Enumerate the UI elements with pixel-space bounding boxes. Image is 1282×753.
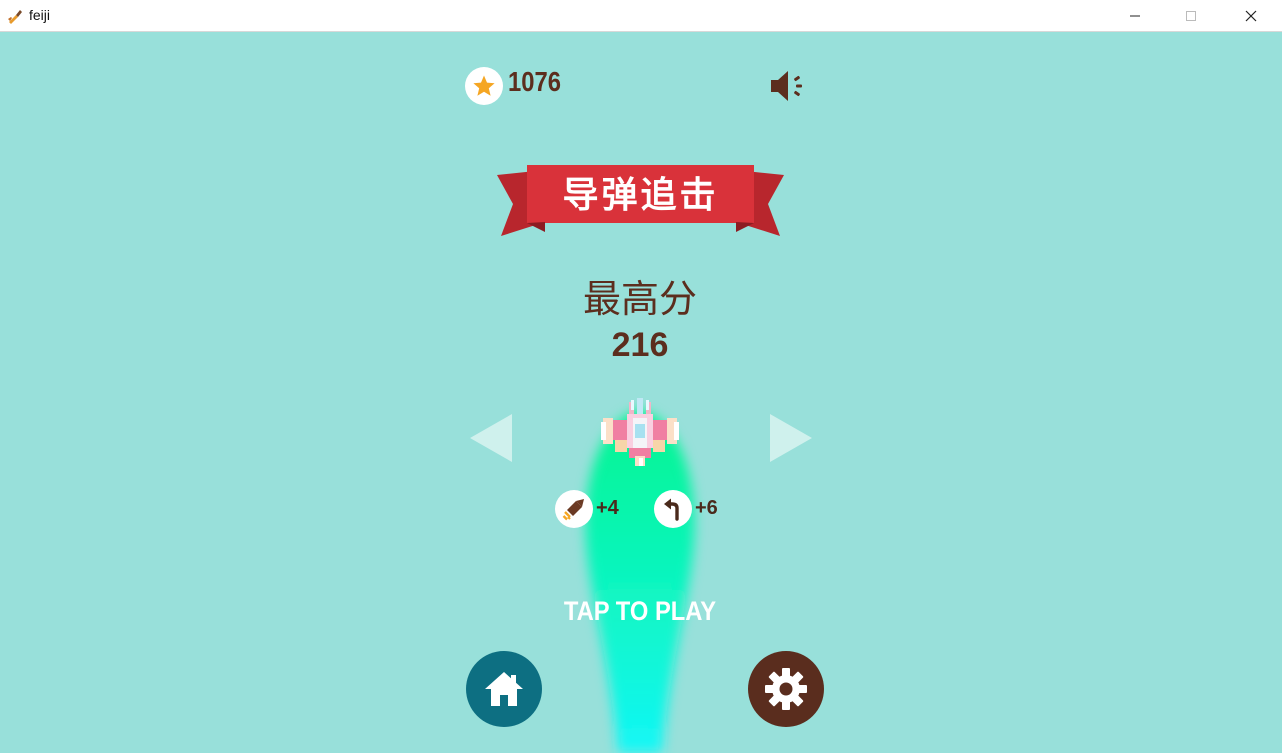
home-button[interactable]	[466, 651, 542, 727]
missile-perk-value: +4	[596, 497, 619, 519]
next-plane-arrow-icon[interactable]	[768, 413, 814, 463]
player-plane	[601, 398, 679, 466]
close-button[interactable]	[1228, 0, 1274, 32]
turn-perk-icon	[654, 490, 692, 528]
tap-to-play-label[interactable]: TAP TO PLAY	[552, 596, 728, 627]
coin-count: 1076	[508, 66, 561, 97]
best-score-label: 最高分	[582, 277, 697, 321]
maximize-icon	[1186, 11, 1196, 21]
settings-button[interactable]	[748, 651, 824, 727]
best-score-value: 216	[611, 326, 669, 364]
turn-arrow-icon	[664, 498, 679, 521]
coin-icon	[465, 67, 503, 105]
previous-plane-arrow-icon[interactable]	[468, 413, 514, 463]
turn-perk-value: +6	[695, 497, 718, 519]
title-bar: feiji	[0, 0, 1282, 32]
gear-icon	[765, 668, 807, 710]
minimize-button[interactable]	[1112, 0, 1158, 32]
window-title: feiji	[29, 7, 51, 23]
close-icon	[1245, 10, 1257, 22]
minimize-icon	[1130, 15, 1140, 17]
maximize-button[interactable]	[1168, 0, 1214, 32]
app-window: feiji 1076 导弹追击 最高分 216 +4 +6 TAP TO PLA…	[0, 0, 1282, 753]
star-icon	[473, 75, 495, 96]
speaker-on-icon[interactable]	[768, 68, 808, 108]
game-title: 导弹追击	[562, 175, 719, 216]
missile-perk-icon	[555, 490, 593, 528]
app-icon	[8, 10, 22, 24]
home-icon	[485, 672, 523, 706]
missile-icon	[562, 499, 584, 521]
